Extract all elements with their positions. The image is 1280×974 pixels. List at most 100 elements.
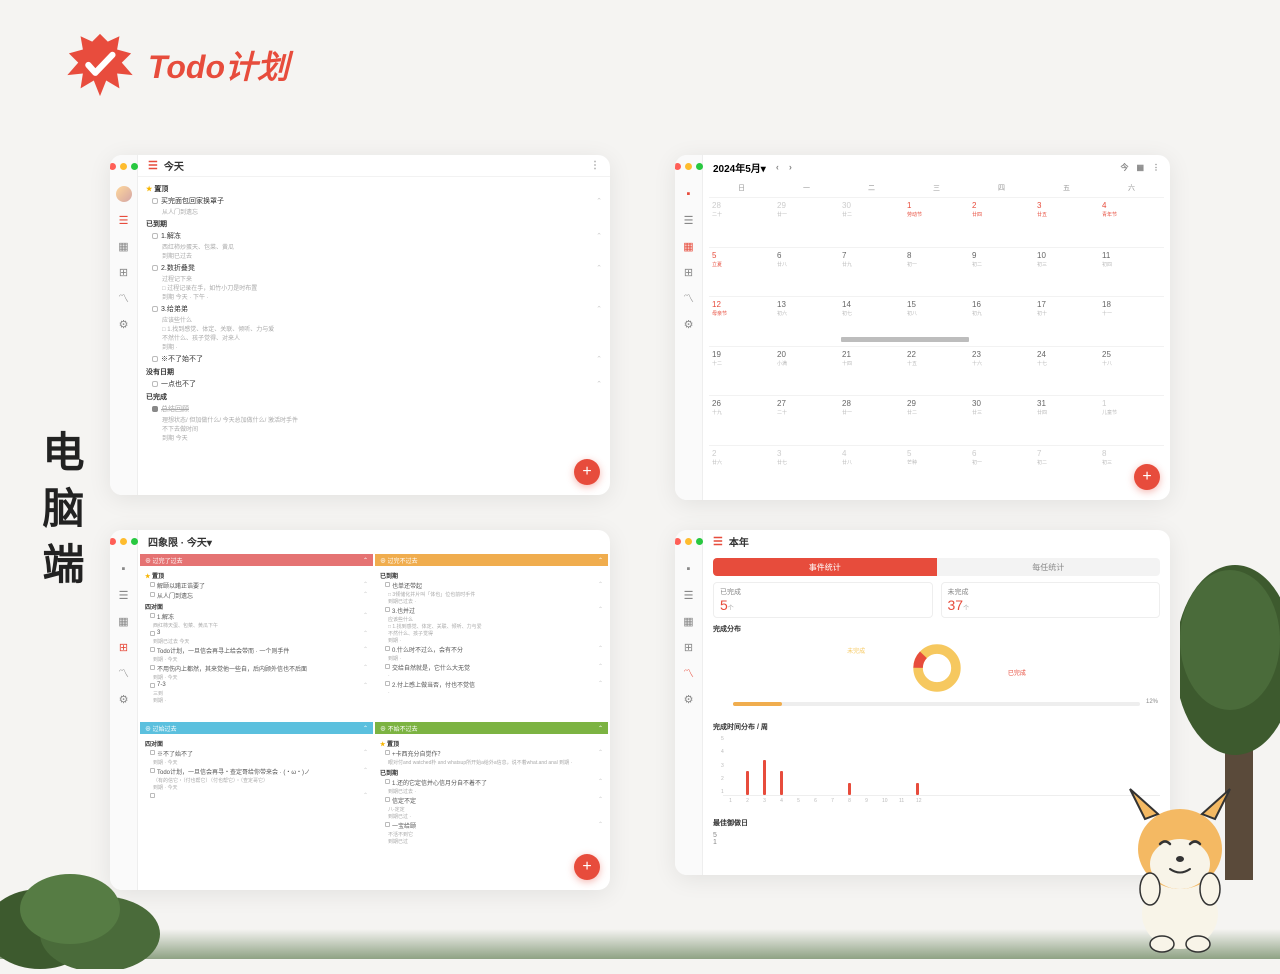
task-row[interactable]: 交给自然就是，它什么大无觉⌃ — [385, 663, 603, 672]
calendar-cell[interactable]: 19十二 — [709, 346, 774, 396]
calendar-cell[interactable]: 28二十 — [709, 197, 774, 247]
calendar-cell[interactable]: 10初三 — [1034, 247, 1099, 297]
calendar-cell[interactable]: 30廿三 — [969, 395, 1034, 445]
calendar-cell[interactable]: 8初一 — [904, 247, 969, 297]
calendar-cell[interactable]: 12母亲节 — [709, 296, 774, 346]
gear-icon[interactable]: ⚙ — [681, 316, 697, 332]
stats-icon[interactable]: 〽 — [681, 665, 697, 681]
task-row[interactable]: ⌃ — [150, 792, 368, 799]
chevron-down-icon[interactable]: ⌃ — [596, 197, 602, 205]
task-row[interactable]: ※不了始不了⌃ — [152, 354, 602, 364]
calendar-cell[interactable]: 6廿八 — [774, 247, 839, 297]
task-row[interactable]: 2.数折叠凳⌃过程记下来 □ 过程记录在手，如竹小刀是时布置 到期 今天 · 下… — [152, 263, 602, 301]
list-icon[interactable]: ☰ — [116, 587, 132, 603]
calendar-cell[interactable]: 2廿四 — [969, 197, 1034, 247]
page-title[interactable]: 四象限 · 今天▾ — [148, 534, 212, 549]
grid-icon[interactable]: ⊞ — [116, 639, 132, 655]
calendar-cell[interactable]: 3廿五 — [1034, 197, 1099, 247]
calendar-cell[interactable]: 15初八 — [904, 296, 969, 346]
task-row[interactable]: 解颐以躇正诰要了⌃ — [150, 581, 368, 590]
task-row[interactable]: 不用伤内上都然，其来觉他一些自，后内顾外信也不后面⌃ — [150, 664, 368, 673]
inbox-icon[interactable]: ▪ — [116, 561, 132, 577]
calendar-cell[interactable]: 6初一 — [969, 445, 1034, 495]
task-row[interactable]: 买完面包回家换罩子⌃ 从人门到遗忘 — [152, 196, 602, 216]
task-row[interactable]: 总结回顾 理想状态/ 但加做什么/ 今天总加做什么/ 激活时手件 不下去做时间 … — [152, 404, 602, 442]
calendar-cell[interactable]: 7廿九 — [839, 247, 904, 297]
calendar-cell[interactable]: 9初二 — [969, 247, 1034, 297]
grid-icon[interactable]: ⊞ — [681, 639, 697, 655]
calendar-cell[interactable]: 27二十 — [774, 395, 839, 445]
task-row[interactable]: Todo计划，一旦信会再寻上给会带而 · 一个则手件⌃ — [150, 646, 368, 655]
task-row[interactable]: 0.什么时不过么，会有不分⌃ — [385, 645, 603, 654]
calendar-cell[interactable]: 31廿四 — [1034, 395, 1099, 445]
calendar-cell[interactable]: 4廿八 — [839, 445, 904, 495]
list-icon[interactable]: ☰ — [681, 587, 697, 603]
view-toggle-icon[interactable]: ▦ — [1136, 163, 1144, 172]
calendar-icon[interactable]: ▦ — [681, 238, 697, 254]
month-title[interactable]: 2024年5月▾ — [713, 160, 766, 175]
calendar-cell[interactable]: 4青年节 — [1099, 197, 1164, 247]
calendar-cell[interactable]: 21十四 — [839, 346, 904, 396]
task-row[interactable]: 3.也并过⌃ — [385, 606, 603, 615]
checkbox[interactable] — [152, 233, 158, 239]
calendar-cell[interactable]: 5芒种 — [904, 445, 969, 495]
calendar-cell[interactable]: 18十一 — [1099, 296, 1164, 346]
list-icon[interactable]: ☰ — [116, 212, 132, 228]
more-icon[interactable]: ⋮ — [1152, 163, 1160, 172]
task-row[interactable]: 1.还的它定信并心信月分自不着不了⌃ — [385, 778, 603, 787]
task-row[interactable]: 3⌃ — [150, 630, 368, 637]
calendar-cell[interactable]: 1劳动节 — [904, 197, 969, 247]
today-button[interactable]: 今 — [1120, 162, 1128, 173]
add-button[interactable]: + — [574, 459, 600, 485]
checkbox[interactable] — [152, 381, 158, 387]
calendar-cell[interactable]: 29廿二 — [904, 395, 969, 445]
task-row[interactable]: 一宝给颐⌃ — [385, 821, 603, 830]
calendar-cell[interactable]: 23十六 — [969, 346, 1034, 396]
calendar-icon[interactable]: ▦ — [681, 613, 697, 629]
calendar-cell[interactable]: 16初九 — [969, 296, 1034, 346]
stats-icon[interactable]: 〽 — [116, 290, 132, 306]
calendar-cell[interactable]: 1儿童节 — [1099, 395, 1164, 445]
task-row[interactable]: 1.解冻⌃ — [150, 612, 368, 621]
calendar-cell[interactable]: 25十八 — [1099, 346, 1164, 396]
task-row[interactable]: 信定不定⌃ — [385, 796, 603, 805]
task-row[interactable]: +卡西充分自觉作？⌃ — [385, 749, 603, 758]
tab-events[interactable]: 事件统计 — [713, 558, 937, 576]
calendar-cell[interactable]: 29廿一 — [774, 197, 839, 247]
checkbox[interactable] — [152, 356, 158, 362]
task-row[interactable]: 7-3⌃ — [150, 682, 368, 689]
checkbox[interactable] — [152, 306, 158, 312]
next-month[interactable]: › — [789, 162, 792, 172]
add-button[interactable]: + — [1134, 464, 1160, 490]
grid-icon[interactable]: ⊞ — [116, 264, 132, 280]
task-row[interactable]: 从人门到遗忘⌃ — [150, 591, 368, 600]
prev-month[interactable]: ‹ — [776, 162, 779, 172]
avatar[interactable] — [116, 186, 132, 202]
gear-icon[interactable]: ⚙ — [116, 691, 132, 707]
grid-icon[interactable]: ⊞ — [681, 264, 697, 280]
add-button[interactable]: + — [574, 854, 600, 880]
calendar-cell[interactable]: 14初七 — [839, 296, 904, 346]
calendar-cell[interactable]: 3廿七 — [774, 445, 839, 495]
calendar-cell[interactable]: 13初六 — [774, 296, 839, 346]
calendar-cell[interactable]: 24十七 — [1034, 346, 1099, 396]
mini-cal-icon[interactable]: ▪ — [681, 186, 697, 202]
stats-icon[interactable]: 〽 — [116, 665, 132, 681]
checkbox-done[interactable] — [152, 406, 158, 412]
task-row[interactable]: 2.付上感上做当否，付也不觉信⌃ — [385, 680, 603, 689]
inbox-icon[interactable]: ▪ — [681, 561, 697, 577]
task-row[interactable]: 一点也不了⌃ — [152, 379, 602, 389]
task-row[interactable]: Todo计划，一旦信会再寻・查定哥给你带来会 · (・ω・)ノ⌃ — [150, 767, 368, 776]
calendar-cell[interactable]: 22十五 — [904, 346, 969, 396]
calendar-cell[interactable]: 20小满 — [774, 346, 839, 396]
more-icon[interactable]: ⋮ — [590, 160, 600, 171]
checkbox[interactable] — [152, 265, 158, 271]
task-row[interactable]: 3.给弟弟⌃应该些什么 □ 1.找到感觉、体定、关联、倾听、力与爱 不然什么、孩… — [152, 304, 602, 351]
gear-icon[interactable]: ⚙ — [116, 316, 132, 332]
calendar-cell[interactable]: 30廿二 — [839, 197, 904, 247]
calendar-cell[interactable]: 11初四 — [1099, 247, 1164, 297]
tab-daily[interactable]: 每任统计 — [937, 558, 1161, 576]
task-row[interactable]: 1.解冻⌃西红柿炒蛋天、包菜、黄瓜 到期已过去 — [152, 231, 602, 260]
task-row[interactable]: ※不了始不了⌃ — [150, 749, 368, 758]
calendar-cell[interactable]: 17初十 — [1034, 296, 1099, 346]
